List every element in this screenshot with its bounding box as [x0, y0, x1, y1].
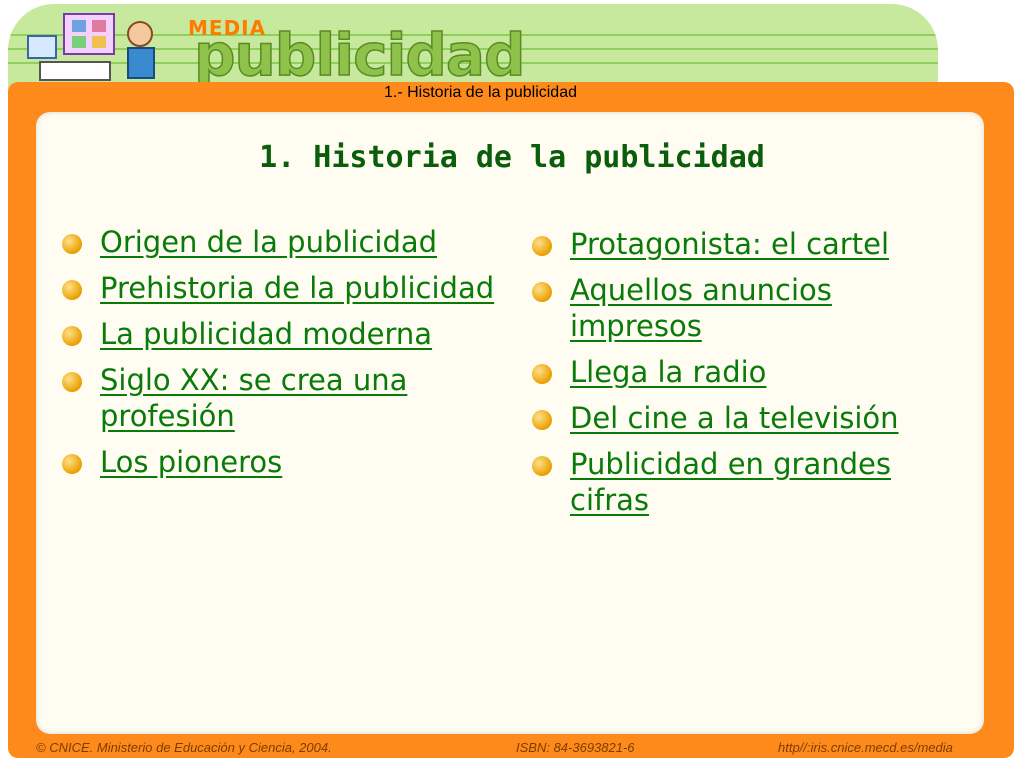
bullet-icon — [532, 282, 552, 302]
bullet-icon — [532, 236, 552, 256]
logo-publicidad-text: publicidad — [193, 21, 526, 89]
list-item: Publicidad en grandes cifras — [532, 446, 972, 518]
header-illustration-icon — [27, 13, 155, 81]
bullet-icon — [532, 456, 552, 476]
bullet-icon — [62, 280, 82, 300]
bullet-icon — [532, 364, 552, 384]
footer-url[interactable]: http//:iris.cnice.mecd.es/media — [778, 740, 953, 755]
link-prehistoria[interactable]: Prehistoria de la publicidad — [100, 271, 494, 305]
list-item: Del cine a la televisión — [532, 400, 972, 436]
link-cartel[interactable]: Protagonista: el cartel — [570, 227, 889, 261]
bullet-icon — [532, 410, 552, 430]
list-item: Siglo XX: se crea una profesión — [62, 362, 502, 434]
link-moderna[interactable]: La publicidad moderna — [100, 317, 432, 351]
footer-copyright: © CNICE. Ministerio de Educación y Cienc… — [36, 740, 332, 755]
left-link-list: Origen de la publicidad Prehistoria de l… — [62, 224, 502, 490]
link-anuncios-impresos[interactable]: Aquellos anuncios impresos — [570, 273, 832, 343]
bullet-icon — [62, 326, 82, 346]
bullet-icon — [62, 454, 82, 474]
link-grandes-cifras[interactable]: Publicidad en grandes cifras — [570, 447, 891, 517]
list-item: Origen de la publicidad — [62, 224, 502, 260]
breadcrumb: 1.- Historia de la publicidad — [384, 84, 577, 101]
footer-isbn: ISBN: 84-3693821-6 — [516, 740, 635, 755]
list-item: Llega la radio — [532, 354, 972, 390]
bullet-icon — [62, 372, 82, 392]
footer: © CNICE. Ministerio de Educación y Cienc… — [0, 740, 1024, 760]
bullet-icon — [62, 234, 82, 254]
page-title: 1. Historia de la publicidad — [259, 140, 765, 175]
list-item: Prehistoria de la publicidad — [62, 270, 502, 306]
link-pioneros[interactable]: Los pioneros — [100, 445, 282, 479]
link-origen[interactable]: Origen de la publicidad — [100, 225, 437, 259]
link-cine-television[interactable]: Del cine a la televisión — [570, 401, 899, 435]
link-siglo-xx[interactable]: Siglo XX: se crea una profesión — [100, 363, 407, 433]
list-item: La publicidad moderna — [62, 316, 502, 352]
list-item: Los pioneros — [62, 444, 502, 480]
list-item: Protagonista: el cartel — [532, 226, 972, 262]
right-link-list: Protagonista: el cartel Aquellos anuncio… — [532, 226, 972, 528]
list-item: Aquellos anuncios impresos — [532, 272, 972, 344]
link-radio[interactable]: Llega la radio — [570, 355, 766, 389]
